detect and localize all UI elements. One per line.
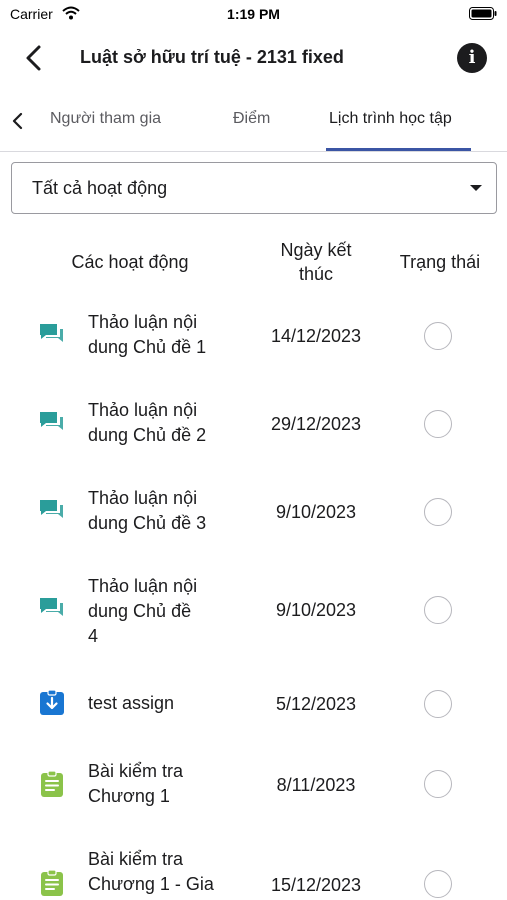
tab-bar: Người tham gia Điểm Lịch trình học tập <box>0 96 507 152</box>
caret-down-icon <box>470 185 482 191</box>
activity-title-line: Chương 1 <box>88 786 170 806</box>
column-header-status: Trạng thái <box>399 252 481 272</box>
back-button[interactable] <box>20 42 50 74</box>
activity-row[interactable]: Bài kiểm tra Chương 1 8/11/2023 <box>0 759 507 819</box>
completion-checkbox[interactable] <box>424 498 452 526</box>
activity-due-date: 5/12/2023 <box>275 694 357 714</box>
activity-row[interactable]: test assign 5/12/2023 <box>0 686 507 722</box>
info-button[interactable]: i <box>457 43 487 73</box>
completion-checkbox[interactable] <box>424 870 452 898</box>
activity-title-line: Bài kiểm tra <box>88 761 184 781</box>
forum-icon <box>38 408 66 436</box>
activity-title-line: Thảo luận nội <box>88 488 198 508</box>
activity-due-date: 14/12/2023 <box>270 326 362 346</box>
status-bar: Carrier 1:19 PM <box>0 0 507 30</box>
forum-icon <box>38 320 66 348</box>
quiz-icon <box>38 770 66 798</box>
activity-row[interactable]: Thảo luận nội dung Chủ đề 1 14/12/2023 <box>0 310 507 370</box>
activity-row[interactable]: Thảo luận nội dung Chủ đề 2 29/12/2023 <box>0 398 507 458</box>
completion-checkbox[interactable] <box>424 770 452 798</box>
tabs-scroll-left-button[interactable] <box>8 110 28 132</box>
activity-title-line: dung Chủ đề 1 <box>88 337 207 357</box>
navigation-bar: Luật sở hữu trí tuệ - 2131 fixed i <box>0 34 507 82</box>
activity-title-line: dung Chủ đề 3 <box>88 513 207 533</box>
activity-title-line: Bài kiểm tra <box>88 849 184 869</box>
activity-title: Thảo luận nội dung Chủ đề 1 <box>88 310 248 360</box>
completion-checkbox[interactable] <box>424 410 452 438</box>
activity-title: Bài kiểm tra Chương 1 - Gia <box>88 847 248 897</box>
activity-title: Thảo luận nội dung Chủ đề 2 <box>88 398 248 448</box>
forum-icon <box>38 496 66 524</box>
activity-filter-select[interactable]: Tất cả hoạt động <box>11 162 497 214</box>
activity-title-line: Chương 1 - Gia <box>88 874 214 894</box>
activity-title-line: dung Chủ đề <box>88 601 192 621</box>
activity-title: Thảo luận nội dung Chủ đề 3 <box>88 486 248 536</box>
activity-row[interactable]: Thảo luận nội dung Chủ đề 3 9/10/2023 <box>0 486 507 546</box>
activity-row[interactable]: Thảo luận nội dung Chủ đề 4 9/10/2023 <box>0 574 507 649</box>
assignment-icon <box>38 689 66 717</box>
tab-grades[interactable]: Điểm <box>233 110 270 128</box>
battery-icon <box>469 7 497 25</box>
chevron-left-icon <box>26 45 41 71</box>
activity-title-line: 4 <box>88 626 99 646</box>
chevron-left-icon <box>12 112 23 130</box>
activity-title: test assign <box>88 691 248 716</box>
table-header: Các hoạt động Ngày kết thúc Trạng thái <box>0 236 507 296</box>
column-header-activities: Các hoạt động <box>71 252 189 272</box>
activity-title-line: Thảo luận nội <box>88 400 198 420</box>
tab-participants[interactable]: Người tham gia <box>50 110 161 128</box>
page-title: Luật sở hữu trí tuệ - 2131 fixed <box>80 47 344 67</box>
active-tab-indicator <box>326 148 471 151</box>
activity-due-date: 8/11/2023 <box>276 775 356 795</box>
completion-checkbox[interactable] <box>424 596 452 624</box>
forum-icon <box>38 594 66 622</box>
activity-row[interactable]: Bài kiểm tra Chương 1 - Gia 15/12/2023 <box>0 847 507 900</box>
activity-due-date: 9/10/2023 <box>275 600 357 620</box>
activity-title-line: dung Chủ đề 2 <box>88 425 207 445</box>
column-header-due-date: Ngày kết thúc <box>256 238 376 286</box>
column-header-due-date-line2: thúc <box>298 264 334 284</box>
activity-title: Bài kiểm tra Chương 1 <box>88 759 248 809</box>
activity-title-line: test assign <box>88 693 175 713</box>
quiz-icon <box>38 869 66 897</box>
completion-checkbox[interactable] <box>424 690 452 718</box>
activity-title-line: Thảo luận nội <box>88 576 198 596</box>
activity-due-date: 9/10/2023 <box>275 502 357 522</box>
activity-due-date: 15/12/2023 <box>270 875 362 895</box>
completion-checkbox[interactable] <box>424 322 452 350</box>
activity-title: Thảo luận nội dung Chủ đề 4 <box>88 574 248 649</box>
info-icon: i <box>468 47 476 68</box>
status-time: 1:19 PM <box>227 6 280 22</box>
activity-filter-value: Tất cả hoạt động <box>32 178 168 198</box>
activity-due-date: 29/12/2023 <box>270 414 362 434</box>
column-header-due-date-line1: Ngày kết <box>280 240 352 260</box>
tab-schedule[interactable]: Lịch trình học tập <box>329 110 452 128</box>
activity-title-line: Thảo luận nội <box>88 312 198 332</box>
